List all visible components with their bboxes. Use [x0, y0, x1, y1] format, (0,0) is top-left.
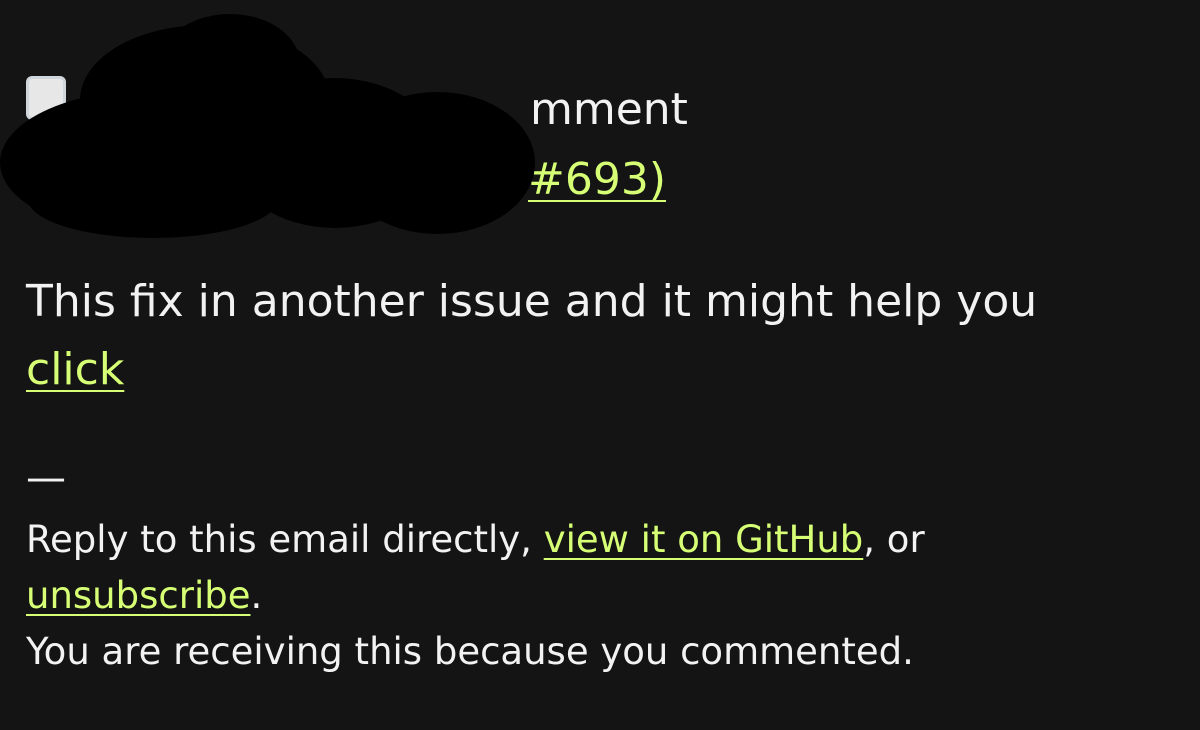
unsubscribe-link[interactable]: unsubscribe: [26, 574, 250, 617]
period: .: [250, 574, 263, 617]
receiving-reason: You are receiving this because you comme…: [26, 630, 914, 673]
comment-text: This fix in another issue and it might h…: [26, 276, 1038, 327]
issue-link[interactable]: #693): [528, 154, 666, 205]
header-issue-link[interactable]: #693): [528, 154, 666, 206]
email-footer: Reply to this email directly, view it on…: [26, 512, 1176, 680]
or-text: , or: [863, 518, 925, 561]
click-link[interactable]: click: [26, 344, 124, 395]
view-on-github-link[interactable]: view it on GitHub: [544, 518, 864, 561]
separator: —: [26, 455, 66, 501]
comment-body: This fix in another issue and it might h…: [26, 268, 1176, 404]
header-title: mment: [530, 84, 688, 135]
reply-prefix: Reply to this email directly,: [26, 518, 544, 561]
